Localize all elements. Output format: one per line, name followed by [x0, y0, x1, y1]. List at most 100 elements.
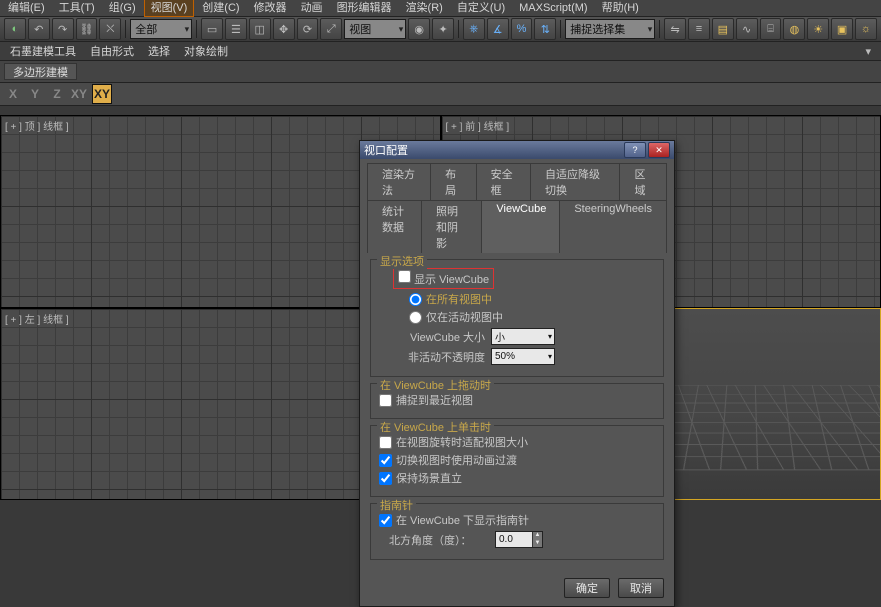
tab-adaptive[interactable]: 自适应降级切换 [530, 163, 621, 200]
undo-button[interactable]: ↶ [28, 18, 50, 40]
north-angle-label: 北方角度（度）： [389, 532, 489, 548]
dialog-help-button[interactable]: ? [624, 142, 646, 158]
viewport-config-dialog: 视口配置 ? ✕ 渲染方法 布局 安全框 自适应降级切换 区域 统计数据 照明和… [359, 140, 675, 607]
menu-create[interactable]: 创建(C) [196, 0, 245, 16]
axis-y[interactable]: Y [26, 85, 44, 103]
select-name-button[interactable]: ☰ [225, 18, 247, 40]
menu-modifiers[interactable]: 修改器 [248, 0, 293, 16]
dialog-body: 显示选项 显示 ViewCube 在所有视图中 仅在活动视图中 ViewCube… [360, 253, 674, 574]
menu-group[interactable]: 组(G) [103, 0, 142, 16]
menu-render[interactable]: 渲染(R) [400, 0, 449, 16]
tab-lighting[interactable]: 照明和阴影 [421, 200, 483, 253]
select-region-button[interactable]: ◫ [249, 18, 271, 40]
app-menu-button[interactable]: ◐ [4, 18, 26, 40]
viewcube-size-dropdown[interactable]: 小 [491, 328, 555, 345]
mirror-button[interactable]: ⇋ [664, 18, 686, 40]
material-button[interactable]: ◍ [783, 18, 805, 40]
north-angle-spinner[interactable]: 0.0 ▲▼ [495, 531, 543, 548]
viewport-label-top[interactable]: [ + ] 顶 ] 线框 ] [5, 118, 69, 133]
axis-x[interactable]: X [4, 85, 22, 103]
radio-active-view[interactable] [409, 311, 422, 324]
fit-on-rotate-checkbox[interactable] [379, 436, 392, 449]
menu-anim[interactable]: 动画 [295, 0, 329, 16]
tab-region[interactable]: 区域 [619, 163, 667, 200]
toolbar-separator [659, 20, 660, 38]
spinner-up-icon[interactable]: ▲ [532, 532, 542, 540]
curve-editor-button[interactable]: ∿ [736, 18, 758, 40]
animate-transition-checkbox[interactable] [379, 454, 392, 467]
radio-all-views[interactable] [409, 293, 422, 306]
viewcube-opacity-label: 非活动不透明度 [389, 349, 485, 365]
show-compass-label: 在 ViewCube 下显示指南针 [396, 512, 529, 528]
viewport-label-left[interactable]: [ + ] 左 ] 线框 ] [5, 311, 69, 326]
show-viewcube-label: 显示 ViewCube [414, 274, 489, 286]
menubar: 编辑(E) 工具(T) 组(G) 视图(V) 创建(C) 修改器 动画 图形编辑… [0, 0, 881, 17]
ribbon-panel-polymodel[interactable]: 多边形建模 [4, 63, 77, 80]
rotate-button[interactable]: ⟳ [297, 18, 319, 40]
link-button[interactable]: ⛓ [76, 18, 98, 40]
fit-on-rotate-label: 在视图旋转时适配视图大小 [396, 434, 528, 450]
align-button[interactable]: ≡ [688, 18, 710, 40]
viewport-label-front[interactable]: [ + ] 前 ] 线框 ] [446, 118, 510, 133]
move-button[interactable]: ✥ [273, 18, 295, 40]
snap-nearest-checkbox[interactable] [379, 394, 392, 407]
refcoord-dropdown[interactable]: 视图 [344, 19, 406, 39]
dialog-close-button[interactable]: ✕ [648, 142, 670, 158]
viewcube-opacity-dropdown[interactable]: 50% [491, 348, 555, 365]
pivot-button[interactable]: ◉ [408, 18, 430, 40]
show-compass-checkbox[interactable] [379, 514, 392, 527]
dialog-titlebar[interactable]: 视口配置 ? ✕ [360, 141, 674, 159]
schematic-button[interactable]: ⌸ [760, 18, 782, 40]
ribbon-panels: 多边形建模 [0, 61, 881, 83]
ribbon-tab-paint[interactable]: 对象绘制 [184, 43, 228, 59]
tab-steering[interactable]: SteeringWheels [559, 200, 667, 253]
spinner-down-icon[interactable]: ▼ [532, 540, 542, 548]
percent-snap-button[interactable]: % [511, 18, 533, 40]
layers-button[interactable]: ▤ [712, 18, 734, 40]
snap-button[interactable]: ⎈ [463, 18, 485, 40]
ribbon-tab-select[interactable]: 选择 [148, 43, 170, 59]
axis-xy[interactable]: XY [92, 84, 112, 104]
render-setup-button[interactable]: ☀ [807, 18, 829, 40]
tab-stats[interactable]: 统计数据 [367, 200, 423, 253]
menu-view[interactable]: 视图(V) [144, 0, 195, 17]
cancel-button[interactable]: 取消 [618, 578, 664, 598]
main-toolbar: ◐ ↶ ↷ ⛓ ⛌ 全部 ▭ ☰ ◫ ✥ ⟳ ⤢ 视图 ◉ ✦ ⎈ ∡ % ⇅ … [0, 17, 881, 42]
group-click-title: 在 ViewCube 上单击时 [377, 419, 494, 435]
keep-upright-label: 保持场景直立 [396, 470, 462, 486]
ribbon-expand-icon[interactable]: ▾ [865, 45, 871, 58]
group-compass-title: 指南针 [377, 497, 416, 513]
render-frame-button[interactable]: ▣ [831, 18, 853, 40]
menu-help[interactable]: 帮助(H) [596, 0, 645, 16]
tab-layout[interactable]: 布局 [430, 163, 478, 200]
radio-active-view-label: 仅在活动视图中 [426, 309, 503, 325]
filter-dropdown[interactable]: 全部 [130, 19, 192, 39]
menu-custom[interactable]: 自定义(U) [451, 0, 511, 16]
axis-z[interactable]: Z [48, 85, 66, 103]
tab-viewcube[interactable]: ViewCube [481, 200, 561, 253]
unlink-button[interactable]: ⛌ [99, 18, 121, 40]
ribbon: 石墨建模工具 自由形式 选择 对象绘制 ▾ [0, 42, 881, 61]
ribbon-tab-graphite[interactable]: 石墨建模工具 [10, 43, 76, 59]
menu-graph[interactable]: 图形编辑器 [331, 0, 398, 16]
toolbar-separator [560, 20, 561, 38]
ribbon-tab-freeform[interactable]: 自由形式 [90, 43, 134, 59]
redo-button[interactable]: ↷ [52, 18, 74, 40]
selectionset-dropdown[interactable]: 捕捉选择集 [565, 19, 655, 39]
keep-upright-checkbox[interactable] [379, 472, 392, 485]
spinner-snap-button[interactable]: ⇅ [534, 18, 556, 40]
group-display-options: 显示选项 显示 ViewCube 在所有视图中 仅在活动视图中 ViewCube… [370, 259, 664, 377]
show-viewcube-checkbox[interactable] [398, 270, 411, 283]
render-button[interactable]: ☼ [855, 18, 877, 40]
tab-render-method[interactable]: 渲染方法 [367, 163, 432, 200]
select-button[interactable]: ▭ [201, 18, 223, 40]
menu-edit[interactable]: 编辑(E) [2, 0, 51, 16]
menu-tools[interactable]: 工具(T) [53, 0, 101, 16]
scale-button[interactable]: ⤢ [320, 18, 342, 40]
angle-snap-button[interactable]: ∡ [487, 18, 509, 40]
tab-safeframe[interactable]: 安全框 [476, 163, 532, 200]
menu-script[interactable]: MAXScript(M) [513, 0, 593, 16]
ok-button[interactable]: 确定 [564, 578, 610, 598]
axis-xy-alt[interactable]: XY [70, 85, 88, 103]
manip-button[interactable]: ✦ [432, 18, 454, 40]
